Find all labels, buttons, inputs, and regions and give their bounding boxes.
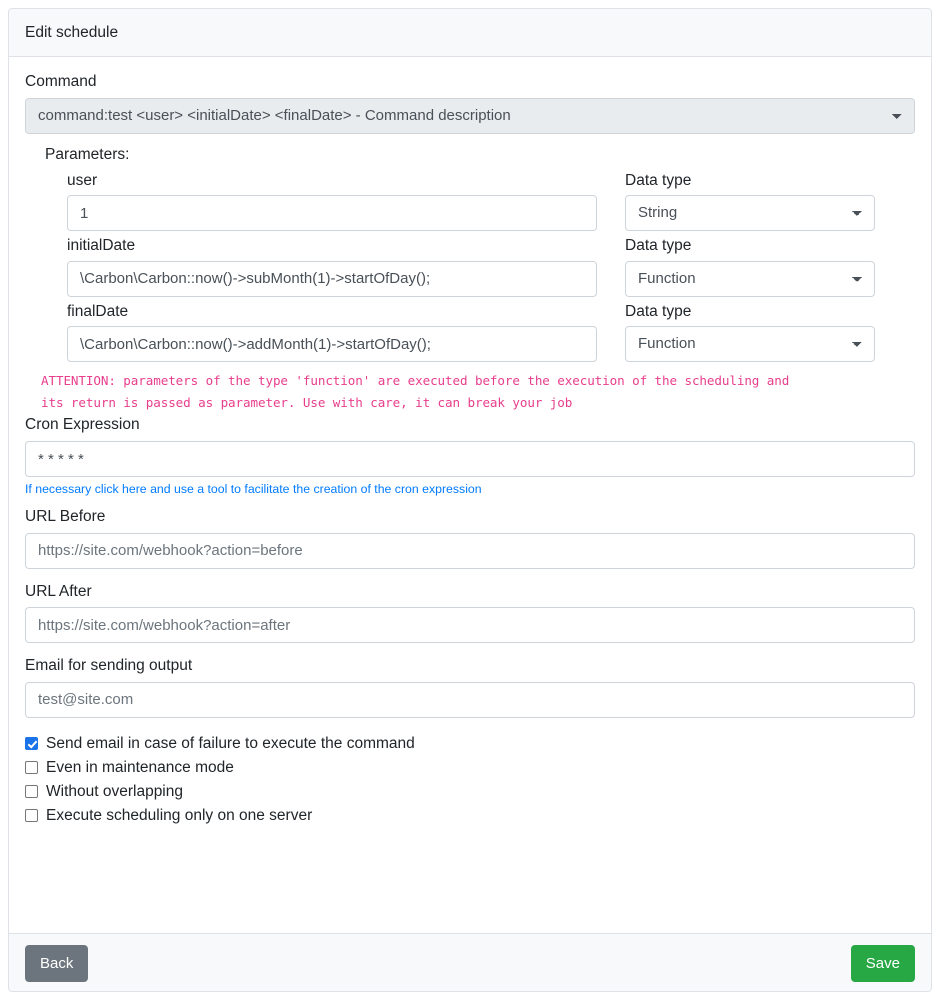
page-title: Edit schedule (25, 23, 119, 41)
checkbox-label: Without overlapping (46, 783, 183, 801)
cron-input[interactable] (25, 441, 915, 478)
checkbox-label: Execute scheduling only on one server (46, 807, 313, 825)
back-button[interactable]: Back (25, 945, 89, 982)
url-before-group: URL Before (25, 508, 915, 569)
parameter-type-column: Data type Function (625, 237, 875, 303)
cron-helper-link[interactable]: If necessary click here and use a tool t… (25, 482, 482, 496)
parameter-value-input[interactable] (67, 326, 597, 363)
parameter-row: user Data type String (67, 172, 915, 238)
parameters-rows: user Data type String (45, 172, 915, 369)
data-type-label: Data type (625, 302, 692, 320)
checkbox-row[interactable]: Execute scheduling only on one server (25, 804, 915, 828)
attention-line-2: its return is passed as parameter. Use w… (41, 395, 573, 411)
card-body: Command command:test <user> <initialDate… (9, 57, 931, 933)
parameter-type-column: Data type String (625, 172, 875, 238)
parameter-name-column: user (67, 172, 597, 238)
url-before-input[interactable] (25, 532, 915, 569)
parameter-field: finalDate (67, 303, 597, 363)
attention-note: ATTENTION: parameters of the type 'funct… (25, 370, 915, 414)
parameter-type-field: Data type Function (625, 237, 875, 297)
url-after-input[interactable] (25, 607, 915, 644)
parameter-name-label: finalDate (67, 302, 129, 320)
parameter-row: finalDate Data type Function (67, 303, 915, 369)
command-select[interactable]: command:test <user> <initialDate> <final… (25, 97, 915, 134)
checkbox-send-email-on-failure[interactable] (25, 737, 38, 751)
url-before-label: URL Before (25, 508, 106, 526)
url-after-group: URL After (25, 583, 915, 644)
parameters-title: Parameters: (45, 145, 130, 163)
parameter-row: initialDate Data type Function (67, 237, 915, 303)
options-checkbox-list: Send email in case of failure to execute… (25, 732, 915, 828)
parameter-name-column: finalDate (67, 303, 597, 369)
parameter-type-field: Data type String (625, 172, 875, 232)
save-button[interactable]: Save (850, 945, 915, 982)
checkbox-maintenance-mode[interactable] (25, 761, 38, 775)
parameters-section: Parameters: user Data type String (25, 146, 915, 369)
parameter-value-input[interactable] (67, 195, 597, 232)
parameter-name-label: user (67, 171, 98, 189)
parameter-name-column: initialDate (67, 237, 597, 303)
parameter-type-field: Data type Function (625, 303, 875, 363)
parameter-type-select[interactable]: Function (625, 326, 875, 363)
parameter-type-select[interactable]: Function (625, 260, 875, 297)
email-label: Email for sending output (25, 657, 193, 675)
checkbox-row[interactable]: Send email in case of failure to execute… (25, 732, 915, 756)
parameter-type-select[interactable]: String (625, 195, 875, 232)
checkbox-row[interactable]: Without overlapping (25, 780, 915, 804)
data-type-label: Data type (625, 237, 692, 255)
cron-label: Cron Expression (25, 416, 140, 434)
edit-schedule-card: Edit schedule Command command:test <user… (8, 8, 932, 992)
parameter-field: initialDate (67, 237, 597, 297)
command-group: Command command:test <user> <initialDate… (25, 73, 915, 134)
parameter-type-column: Data type Function (625, 303, 875, 369)
email-group: Email for sending output (25, 657, 915, 718)
checkbox-one-server-only[interactable] (25, 809, 38, 823)
checkbox-label: Send email in case of failure to execute… (46, 735, 415, 753)
parameter-value-input[interactable] (67, 260, 597, 297)
cron-group: Cron Expression If necessary click here … (25, 416, 915, 498)
url-after-label: URL After (25, 582, 92, 600)
checkbox-row[interactable]: Even in maintenance mode (25, 756, 915, 780)
data-type-label: Data type (625, 171, 692, 189)
command-label: Command (25, 73, 97, 90)
parameter-field: user (67, 172, 597, 232)
card-header: Edit schedule (9, 9, 931, 57)
card-footer: Back Save (9, 933, 931, 991)
checkbox-without-overlapping[interactable] (25, 785, 38, 799)
checkbox-label: Even in maintenance mode (46, 759, 234, 777)
email-input[interactable] (25, 681, 915, 718)
parameter-name-label: initialDate (67, 237, 136, 255)
attention-line-1: ATTENTION: parameters of the type 'funct… (41, 373, 790, 389)
